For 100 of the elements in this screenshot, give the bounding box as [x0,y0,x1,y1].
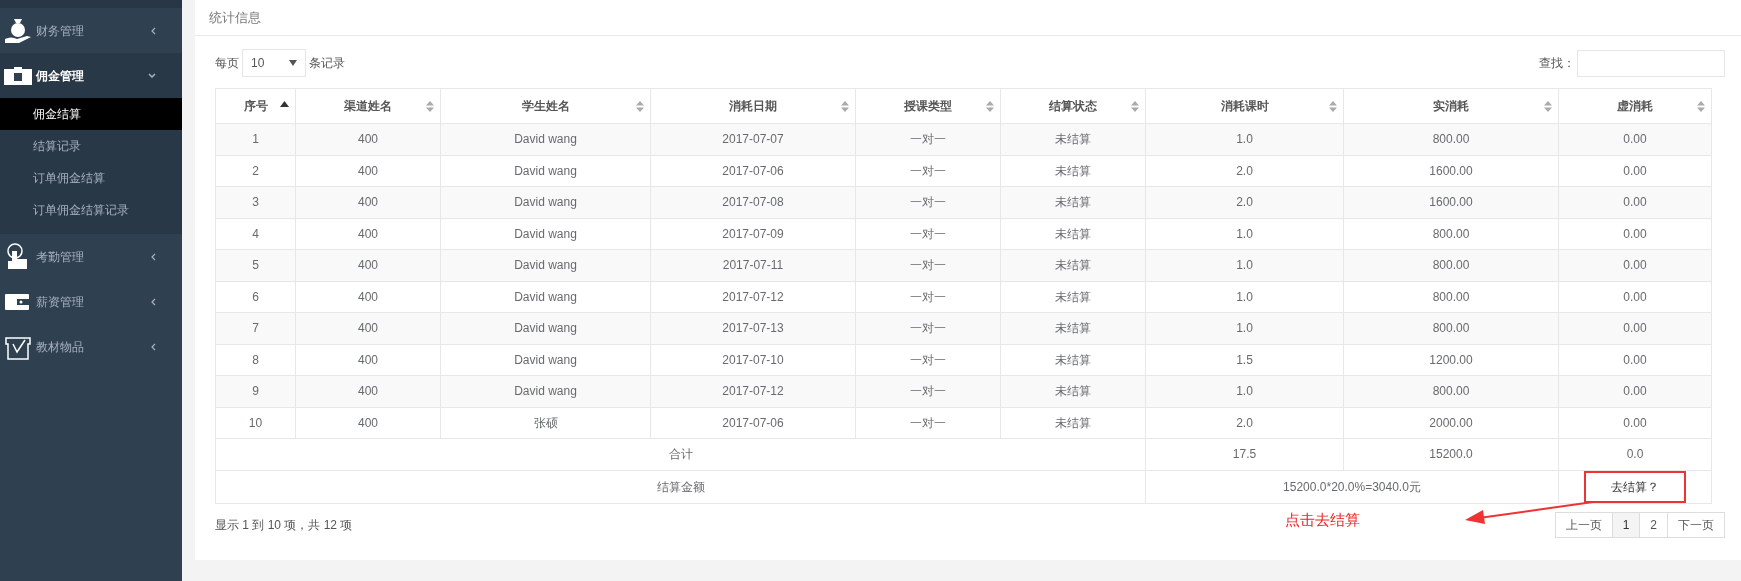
table-cell: 0.00 [1558,186,1712,218]
table-cell: 0.00 [1558,375,1712,407]
caret-down-icon [289,60,297,66]
table-cell: 15200.0*20.0%=3040.0元 [1145,470,1559,503]
submenu-item[interactable]: 订单佣金结算记录 [0,194,182,226]
table-cell: 400 [295,155,441,187]
column-header[interactable]: 渠道姓名 [295,88,441,124]
column-header[interactable]: 授课类型 [855,88,1001,124]
table-cell: 8 [215,344,296,376]
column-header[interactable]: 序号 [215,88,296,124]
table-cell: 一对一 [855,186,1001,218]
table-cell: 1600.00 [1343,186,1559,218]
table-cell: 2017-07-12 [650,281,856,313]
table-cell: 未结算 [1000,312,1146,344]
submenu-item[interactable]: 结算记录 [0,130,182,162]
table-cell: 2017-07-12 [650,375,856,407]
table-cell: 一对一 [855,218,1001,250]
table-cell: David wang [440,249,651,281]
table-cell: David wang [440,123,651,155]
sidebar-item[interactable]: 财务管理 [0,8,182,53]
table-cell: 15200.0 [1343,438,1559,470]
sidebar-item[interactable]: 薪资管理 [0,279,182,324]
table-cell: 0.00 [1558,312,1712,344]
settle-link[interactable]: 去结算？ [1584,470,1686,503]
column-header[interactable]: 实消耗 [1343,88,1559,124]
column-header[interactable]: 学生姓名 [440,88,651,124]
chevron-left-icon [151,252,156,261]
table-cell: 未结算 [1000,218,1146,250]
search-field[interactable] [1577,49,1725,77]
table-cell: 1 [215,123,296,155]
table-cell: 未结算 [1000,344,1146,376]
table-cell: 1.5 [1145,344,1344,376]
table-cell: 400 [295,218,441,250]
sidebar-item[interactable]: 佣金管理 [0,53,182,98]
panel-title: 统计信息 [209,8,261,27]
table-cell: 800.00 [1343,123,1559,155]
table-cell: 未结算 [1000,123,1146,155]
page-length-label: 每页 [215,55,239,72]
table-cell: 一对一 [855,375,1001,407]
table-cell: David wang [440,375,651,407]
submenu-item[interactable]: 订单佣金结算 [0,162,182,194]
pagination-button[interactable]: 上一页 [1554,511,1613,538]
column-header[interactable]: 虚消耗 [1558,88,1712,124]
table-cell: 400 [295,249,441,281]
table-cell: 2.0 [1145,155,1344,187]
table-cell: 一对一 [855,312,1001,344]
table-cell: 400 [295,123,441,155]
table-cell: 800.00 [1343,312,1559,344]
table-cell: 400 [295,186,441,218]
table-cell: 400 [295,407,441,439]
table-cell: 2.0 [1145,407,1344,439]
chevron-left-icon [151,342,156,351]
table-cell: 0.00 [1558,407,1712,439]
table-cell: 未结算 [1000,155,1146,187]
table-cell: David wang [440,281,651,313]
column-header[interactable]: 结算状态 [1000,88,1146,124]
table-cell: 未结算 [1000,375,1146,407]
table-cell: 一对一 [855,123,1001,155]
table-cell: 1.0 [1145,123,1344,155]
table-cell: 6 [215,281,296,313]
sidebar-item[interactable]: 考勤管理 [0,234,182,279]
table-cell: 10 [215,407,296,439]
table-cell: 400 [295,344,441,376]
table-cell: 5 [215,249,296,281]
chevron-left-icon [151,297,156,306]
table-cell: 2000.00 [1343,407,1559,439]
table-cell: 0.00 [1558,344,1712,376]
column-header[interactable]: 消耗课时 [1145,88,1344,124]
money-bag-icon [5,16,31,45]
table-cell: 7 [215,312,296,344]
table-cell: 2.0 [1145,186,1344,218]
table-cell: 1200.00 [1343,344,1559,376]
column-header[interactable]: 消耗日期 [650,88,856,124]
table-cell: 未结算 [1000,281,1146,313]
table-cell: 800.00 [1343,249,1559,281]
pagination-button[interactable]: 2 [1639,511,1668,538]
table-cell: 0.0 [1558,438,1712,470]
table-cell: 4 [215,218,296,250]
sidebar-item[interactable]: 教材物品 [0,324,182,369]
table-cell: 2017-07-13 [650,312,856,344]
submenu-item[interactable]: 佣金结算 [0,98,182,130]
table-cell: 0.00 [1558,281,1712,313]
table-cell: 3 [215,186,296,218]
table-cell: 结算金额 [215,470,1146,503]
annotation-text: 点击去结算 [1285,510,1360,530]
pagination-button[interactable]: 下一页 [1667,511,1725,538]
table-cell: 2017-07-06 [650,407,856,439]
table-cell: 一对一 [855,281,1001,313]
table-cell: 400 [295,312,441,344]
table-cell: 0.00 [1558,123,1712,155]
table-cell: 一对一 [855,407,1001,439]
table-cell: David wang [440,186,651,218]
table-cell: 2017-07-08 [650,186,856,218]
table-cell: 0.00 [1558,249,1712,281]
table-cell: 未结算 [1000,186,1146,218]
table-cell: David wang [440,344,651,376]
table-cell: 400 [295,375,441,407]
table-cell: 0.00 [1558,218,1712,250]
table-cell: David wang [440,312,651,344]
page-length-select[interactable]: 10 [242,49,306,77]
